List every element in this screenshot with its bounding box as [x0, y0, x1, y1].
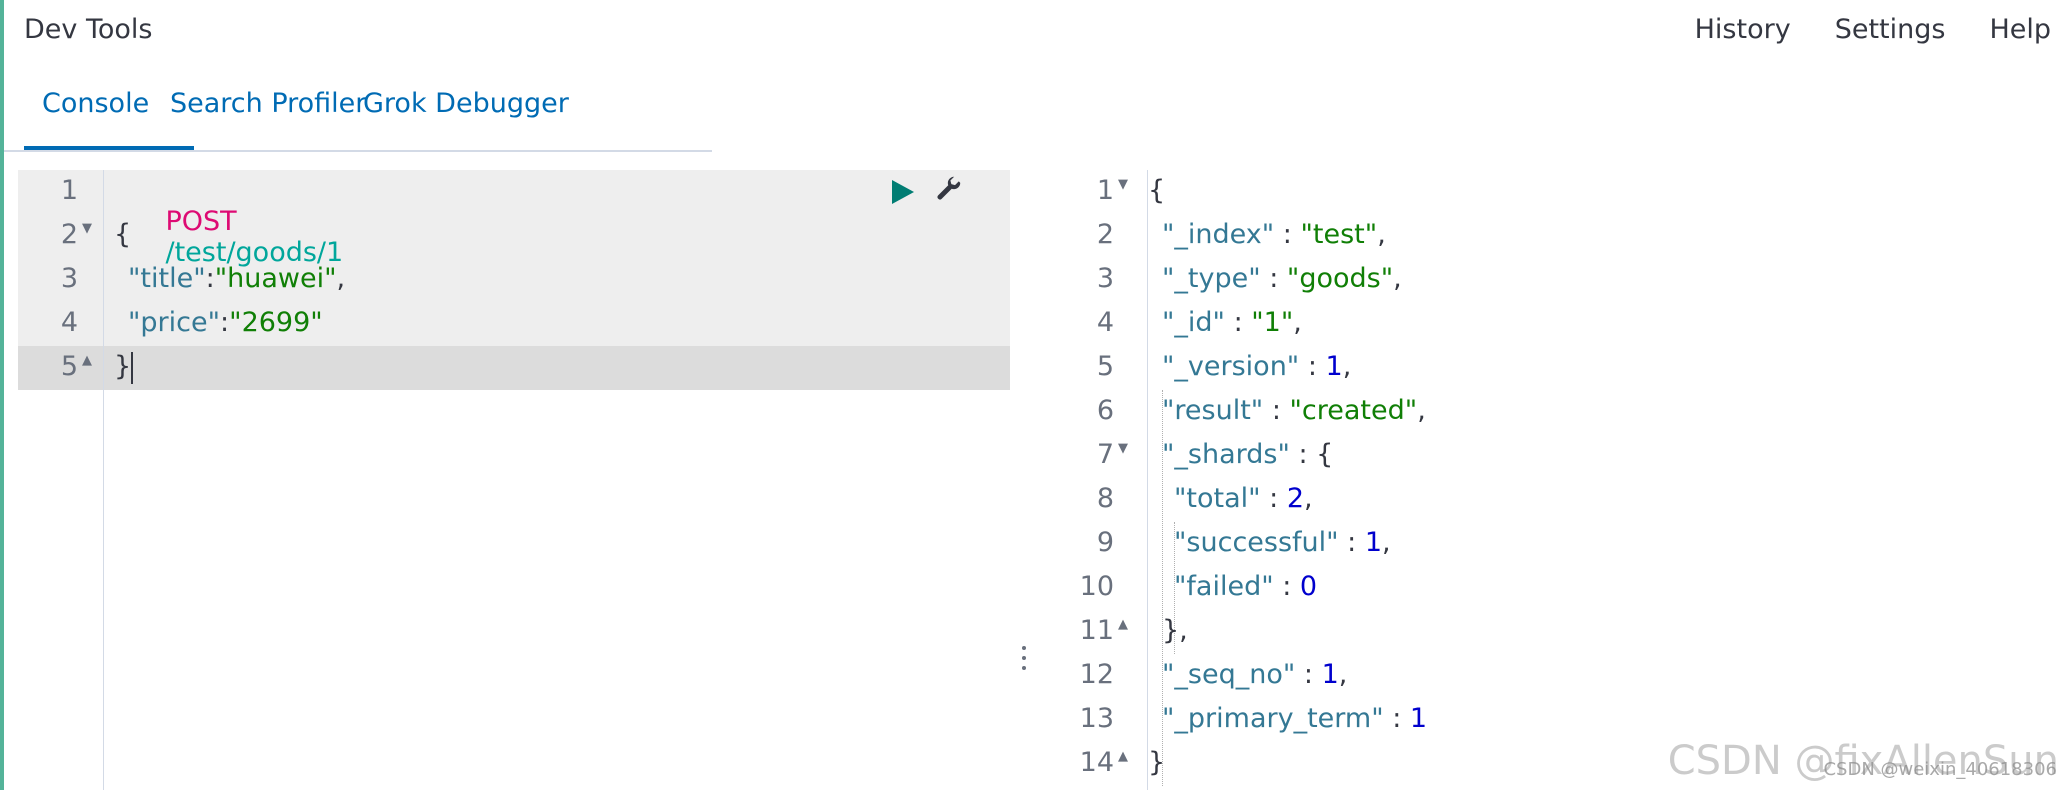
history-link[interactable]: History — [1695, 14, 1791, 45]
line-number: 14 — [1079, 747, 1114, 778]
fold-arrow-icon[interactable]: ▼ — [1118, 177, 1128, 192]
json-key: "_id" — [1162, 307, 1225, 338]
json-value: 0 — [1299, 571, 1318, 602]
line-number: 11 — [1079, 615, 1114, 646]
line-number: 6 — [1096, 395, 1114, 426]
json-value: "huawei" — [214, 263, 337, 294]
line-number: 4 — [60, 307, 78, 338]
json-key: "successful" — [1174, 527, 1339, 558]
json-key: "_primary_term" — [1162, 703, 1384, 734]
top-nav: History Settings Help — [1695, 14, 2051, 45]
code-line: 3 "_type" : "goods", — [1038, 258, 2069, 302]
code-line: 3 "title":"huawei", — [18, 258, 1010, 302]
fold-arrow-icon[interactable]: ▼ — [1118, 441, 1128, 456]
brace-close: } — [114, 351, 132, 382]
json-key: "title" — [128, 263, 206, 294]
code-line: 9 "successful" : 1, — [1038, 522, 2069, 566]
json-key: "_index" — [1162, 219, 1275, 250]
line-number: 3 — [60, 263, 78, 294]
page-title: Dev Tools — [24, 14, 153, 45]
json-value: "2699" — [229, 307, 323, 338]
json-key: "price" — [128, 307, 221, 338]
settings-link[interactable]: Settings — [1835, 14, 1946, 45]
brace-close: } — [1148, 747, 1166, 778]
fold-arrow-icon[interactable]: ▲ — [1118, 617, 1128, 632]
tab-bar: Console Search Profiler Grok Debugger — [4, 64, 712, 152]
line-number: 10 — [1079, 571, 1114, 602]
tab-grok-debugger[interactable]: Grok Debugger — [363, 88, 569, 119]
json-key: "result" — [1162, 395, 1264, 426]
header: Dev Tools History Settings Help — [4, 0, 2069, 64]
fold-arrow-icon[interactable]: ▲ — [1118, 749, 1128, 764]
line-number: 2 — [1096, 219, 1114, 250]
code-line: 7 ▼ "_shards" : { — [1038, 434, 2069, 478]
response-viewer[interactable]: 1 ▼ { 2 "_index" : "test", 3 "_type" : "… — [1038, 170, 2069, 790]
tab-search-profiler[interactable]: Search Profiler — [170, 88, 366, 119]
line-number: 8 — [1096, 483, 1114, 514]
code-line: 8 "total" : 2, — [1038, 478, 2069, 522]
code-line: 1 POST /test/goods/1 — [18, 170, 1010, 268]
line-number: 3 — [1096, 263, 1114, 294]
resize-handle-icon[interactable] — [1018, 640, 1030, 680]
line-number: 13 — [1079, 703, 1114, 734]
wrench-icon[interactable] — [934, 176, 964, 206]
line-number: 5 — [60, 351, 78, 382]
code-line: 5 "_version" : 1, — [1038, 346, 2069, 390]
json-value: 2 — [1286, 483, 1305, 514]
json-key: "_type" — [1162, 263, 1261, 294]
request-actions — [892, 176, 964, 206]
json-value: "goods" — [1286, 263, 1394, 294]
code-line: 4 "_id" : "1", — [1038, 302, 2069, 346]
line-number: 4 — [1096, 307, 1114, 338]
json-value: 1 — [1364, 527, 1383, 558]
json-key: "failed" — [1174, 571, 1274, 602]
active-tab-indicator — [24, 146, 194, 150]
code-line: 10 "failed" : 0 — [1038, 566, 2069, 610]
code-line: 5 ▲ } — [18, 346, 1010, 390]
brace-open: { — [1148, 175, 1166, 206]
json-key: "_seq_no" — [1162, 659, 1296, 690]
help-link[interactable]: Help — [1989, 14, 2051, 45]
watermark-sub: CSDN @weixin_40618306 — [1823, 759, 2057, 780]
tab-console[interactable]: Console — [42, 88, 149, 119]
json-value: "created" — [1289, 395, 1418, 426]
line-number: 7 — [1096, 439, 1114, 470]
line-number: 2 — [60, 219, 78, 250]
line-number: 1 — [1096, 175, 1114, 206]
json-value: 1 — [1325, 351, 1343, 382]
brace-open: { — [114, 219, 132, 250]
json-key: "_shards" — [1162, 439, 1290, 470]
code-line: 12 "_seq_no" : 1, — [1038, 654, 2069, 698]
json-key: "total" — [1174, 483, 1261, 514]
json-value: "test" — [1300, 219, 1378, 250]
code-line: 4 "price":"2699" — [18, 302, 1010, 346]
code-line: 2 "_index" : "test", — [1038, 214, 2069, 258]
play-icon[interactable] — [892, 180, 914, 204]
fold-arrow-icon[interactable]: ▲ — [82, 353, 92, 368]
code-line: 6 "result" : "created", — [1038, 390, 2069, 434]
code-line: 11 ▲ }, — [1038, 610, 2069, 654]
line-number: 9 — [1096, 527, 1114, 558]
request-editor[interactable]: 1 POST /test/goods/1 2 ▼ { 3 "title":"hu… — [18, 170, 1010, 790]
line-number: 5 — [1096, 351, 1114, 382]
line-number: 1 — [60, 175, 78, 206]
code-line: 2 ▼ { — [18, 214, 1010, 258]
line-number: 12 — [1079, 659, 1114, 690]
json-value: "1" — [1251, 307, 1294, 338]
brace-close: }, — [1162, 615, 1188, 646]
json-key: "_version" — [1162, 351, 1300, 382]
json-value: 1 — [1321, 659, 1339, 690]
json-value: 1 — [1409, 703, 1428, 734]
fold-arrow-icon[interactable]: ▼ — [82, 221, 92, 236]
text-cursor — [131, 351, 134, 384]
code-line: 1 ▼ { — [1038, 170, 2069, 214]
code-line: 13 "_primary_term" : 1 — [1038, 698, 2069, 742]
